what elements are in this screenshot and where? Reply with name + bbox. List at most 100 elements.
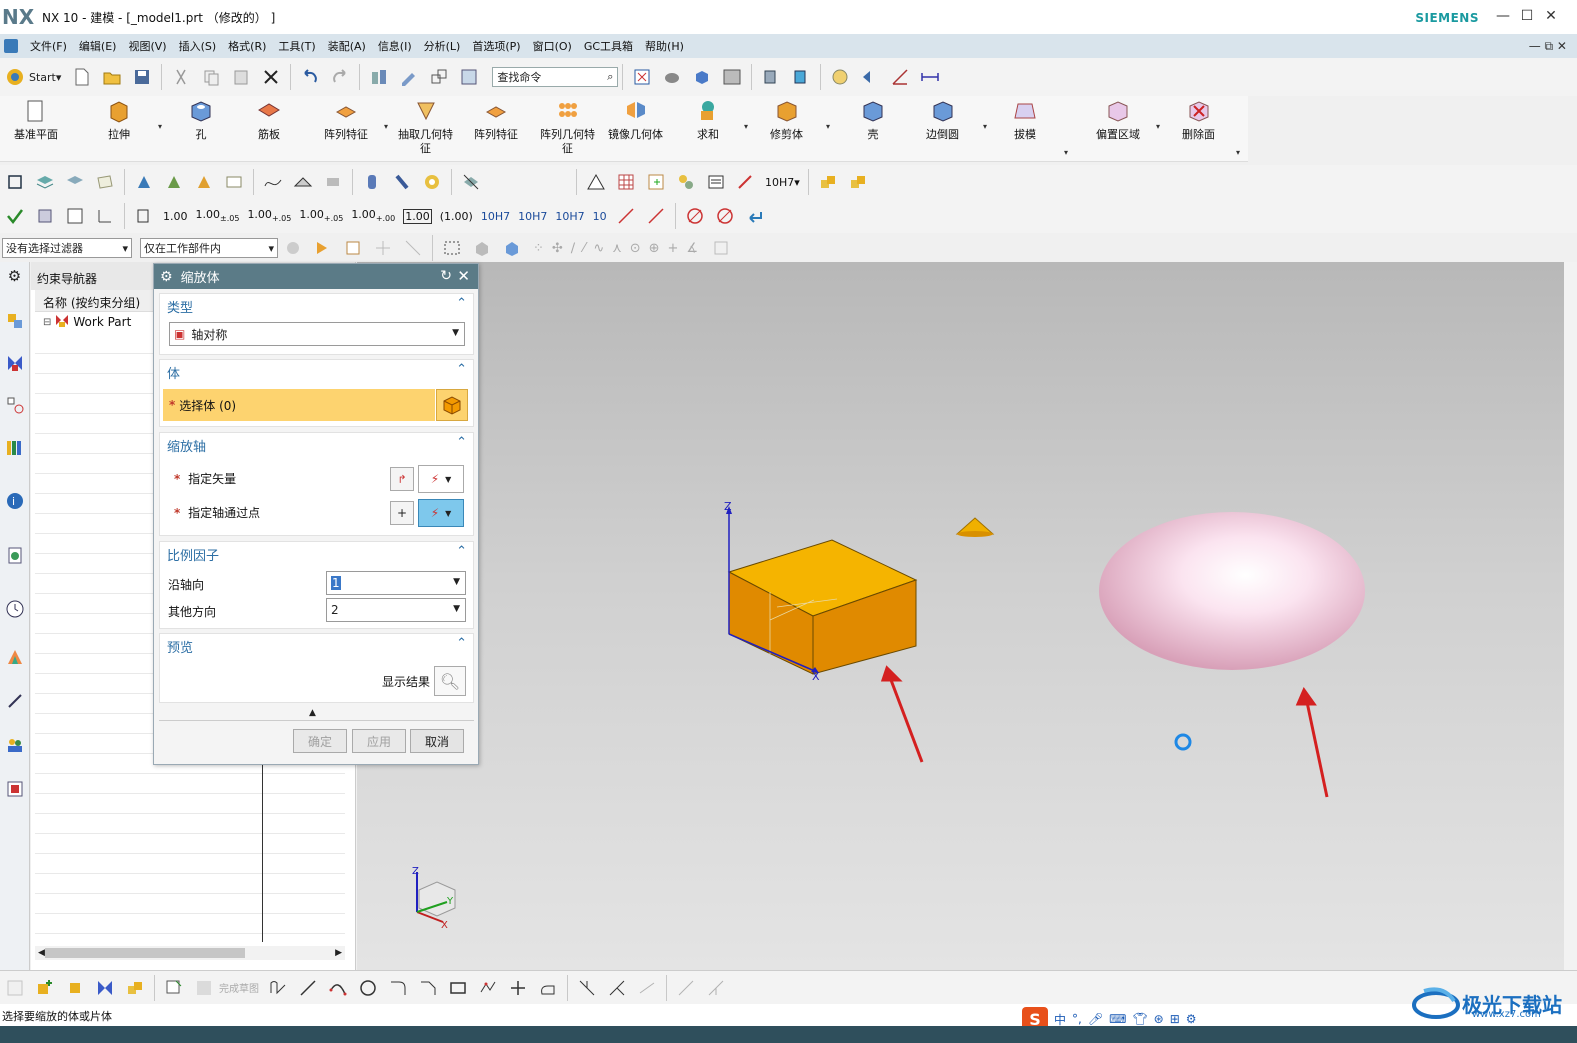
edit-feature-icon[interactable] <box>398 66 420 88</box>
profile-icon[interactable] <box>267 977 289 999</box>
edit-section-icon[interactable] <box>790 66 812 88</box>
factor-section-header[interactable]: 比例因子 ⌃ <box>160 542 473 564</box>
polygon-icon[interactable] <box>477 977 499 999</box>
edit-dimension-icon[interactable] <box>735 171 757 193</box>
move-component-icon[interactable] <box>64 977 86 999</box>
quick-trim-icon[interactable] <box>576 977 598 999</box>
assembly-icon[interactable] <box>817 171 839 193</box>
menu-preferences[interactable]: 首选项(P) <box>472 38 520 54</box>
offset-dropdown[interactable]: ▾ <box>1156 122 1160 131</box>
redo-icon[interactable] <box>329 66 351 88</box>
settings-icon[interactable]: ⚙ <box>1186 1012 1197 1026</box>
move-to-layer-icon[interactable] <box>64 171 86 193</box>
undo-icon[interactable] <box>299 66 321 88</box>
constraint-navigator-icon[interactable] <box>4 352 26 374</box>
palette-icon[interactable] <box>4 646 26 668</box>
reset-icon[interactable]: ↻ <box>440 268 452 284</box>
return-icon[interactable] <box>744 205 766 227</box>
gear-icon[interactable]: ⚙ <box>160 269 173 285</box>
add-component-icon[interactable] <box>34 977 56 999</box>
assembly-constraints-icon[interactable] <box>94 977 116 999</box>
scroll-left-icon[interactable]: ◀ <box>38 948 45 958</box>
move-object-icon[interactable] <box>428 66 450 88</box>
triangle-icon[interactable] <box>585 171 607 193</box>
offset-region-button[interactable]: 偏置区域 <box>1096 98 1140 142</box>
dim-format-9[interactable]: 10H7 <box>518 210 547 223</box>
extract-geometry-button[interactable]: 抽取几何特征 <box>398 98 453 156</box>
collapse-dialog-icon[interactable]: ▲ <box>309 708 316 718</box>
diameter-2-icon[interactable] <box>714 205 736 227</box>
close-icon[interactable]: ✕ <box>457 267 470 285</box>
type-section-header[interactable]: 类型 ⌃ <box>160 294 473 316</box>
web-browser-icon[interactable]: i <box>4 490 26 512</box>
point-type-select[interactable]: ⚡ ▼ <box>418 499 464 527</box>
preview-section-header[interactable]: 预览 ⌃ <box>160 634 473 656</box>
check-icon[interactable] <box>4 205 26 227</box>
history-icon[interactable] <box>4 544 26 566</box>
measure-distance-icon[interactable] <box>919 66 941 88</box>
dim-format-1[interactable]: 1.00 <box>163 210 188 223</box>
rib-button[interactable]: 筋板 <box>256 98 282 142</box>
finish-sketch-label[interactable]: 完成草图 <box>219 980 259 995</box>
rotate-view-icon[interactable] <box>661 66 683 88</box>
menu-gc-toolbox[interactable]: GC工具箱 <box>584 38 633 54</box>
select-box-icon[interactable] <box>342 237 364 259</box>
arc-icon[interactable] <box>327 977 349 999</box>
blend-dropdown[interactable]: ▾ <box>983 122 987 131</box>
studio-spline-icon[interactable] <box>537 977 559 999</box>
copy-icon[interactable] <box>200 66 222 88</box>
close-button[interactable]: ✕ <box>1543 8 1559 24</box>
tube-icon[interactable] <box>391 171 413 193</box>
menu-window[interactable]: 窗口(O) <box>533 38 572 54</box>
fillet-icon[interactable] <box>387 977 409 999</box>
note-icon[interactable] <box>705 171 727 193</box>
fit-view-icon[interactable] <box>631 66 653 88</box>
chevron-up-icon[interactable]: ⌃ <box>456 636 467 651</box>
other-direction-input[interactable]: 2 ▼ <box>326 598 466 622</box>
menu-tools[interactable]: 工具(T) <box>278 38 315 54</box>
start-button[interactable]: Start ▾ <box>4 66 61 88</box>
sketch-task-icon[interactable] <box>163 977 185 999</box>
snap-settings-icon[interactable] <box>282 237 304 259</box>
snap-view-icon[interactable] <box>829 66 851 88</box>
group-more-dropdown[interactable]: ▾ <box>1064 148 1068 157</box>
graphics-viewport[interactable]: Z X Z Y X <box>357 262 1564 970</box>
cut-icon[interactable] <box>170 66 192 88</box>
microphone-icon[interactable]: 🎤︎ <box>1088 1012 1103 1026</box>
draft-button[interactable]: 拔模 <box>1012 98 1038 142</box>
pattern-dropdown[interactable]: ▾ <box>384 122 388 131</box>
dim-format-5[interactable]: 1.00+.00 <box>351 208 395 223</box>
new-file-icon[interactable] <box>71 66 93 88</box>
pattern-feature-2-button[interactable]: 阵列特征 <box>474 98 518 142</box>
chevron-up-icon[interactable]: ⌃ <box>456 296 467 311</box>
gear-icon[interactable]: ⚙ <box>0 262 29 290</box>
body-section-header[interactable]: 体 ⌃ <box>160 360 473 382</box>
ime-mode-label[interactable]: 中 <box>1054 1011 1066 1028</box>
hole-button[interactable]: 孔 <box>188 98 214 142</box>
chamfer-icon[interactable] <box>417 977 439 999</box>
rectangle-icon[interactable] <box>447 977 469 999</box>
radius-2-icon[interactable] <box>645 205 667 227</box>
point-dialog-button[interactable]: + <box>390 501 414 525</box>
delete-face-button[interactable]: 删除面 <box>1182 98 1215 142</box>
dim-format-10[interactable]: 10H7 <box>555 210 584 223</box>
datum-table-icon[interactable] <box>64 205 86 227</box>
reuse-library-icon[interactable] <box>4 436 26 458</box>
window-select-icon[interactable] <box>441 237 463 259</box>
chevron-up-icon[interactable]: ⌃ <box>456 362 467 377</box>
finish-sketch-icon[interactable] <box>193 977 215 999</box>
grid-add-icon[interactable] <box>645 171 667 193</box>
sketch-constraints-icon[interactable] <box>4 171 26 193</box>
roles-icon[interactable] <box>4 734 26 756</box>
snap-point-icons[interactable]: ⁘✣∕⁄∿⋏⊙⊕+∡ <box>533 241 706 256</box>
scope-select[interactable]: 仅在工作部件内 ▾ <box>140 238 278 258</box>
process-studio-icon[interactable] <box>4 690 26 712</box>
dim-format-6[interactable]: 1.00 <box>403 208 432 224</box>
selection-filter-select[interactable]: 没有选择过滤器 ▾ <box>2 238 132 258</box>
trim-dropdown[interactable]: ▾ <box>826 122 830 131</box>
diameter-icon[interactable] <box>684 205 706 227</box>
select-features-icon[interactable] <box>312 237 334 259</box>
wcs-orient-icon[interactable] <box>193 171 215 193</box>
shaded-view-icon[interactable] <box>691 66 713 88</box>
system-scenes-icon[interactable] <box>4 778 26 800</box>
